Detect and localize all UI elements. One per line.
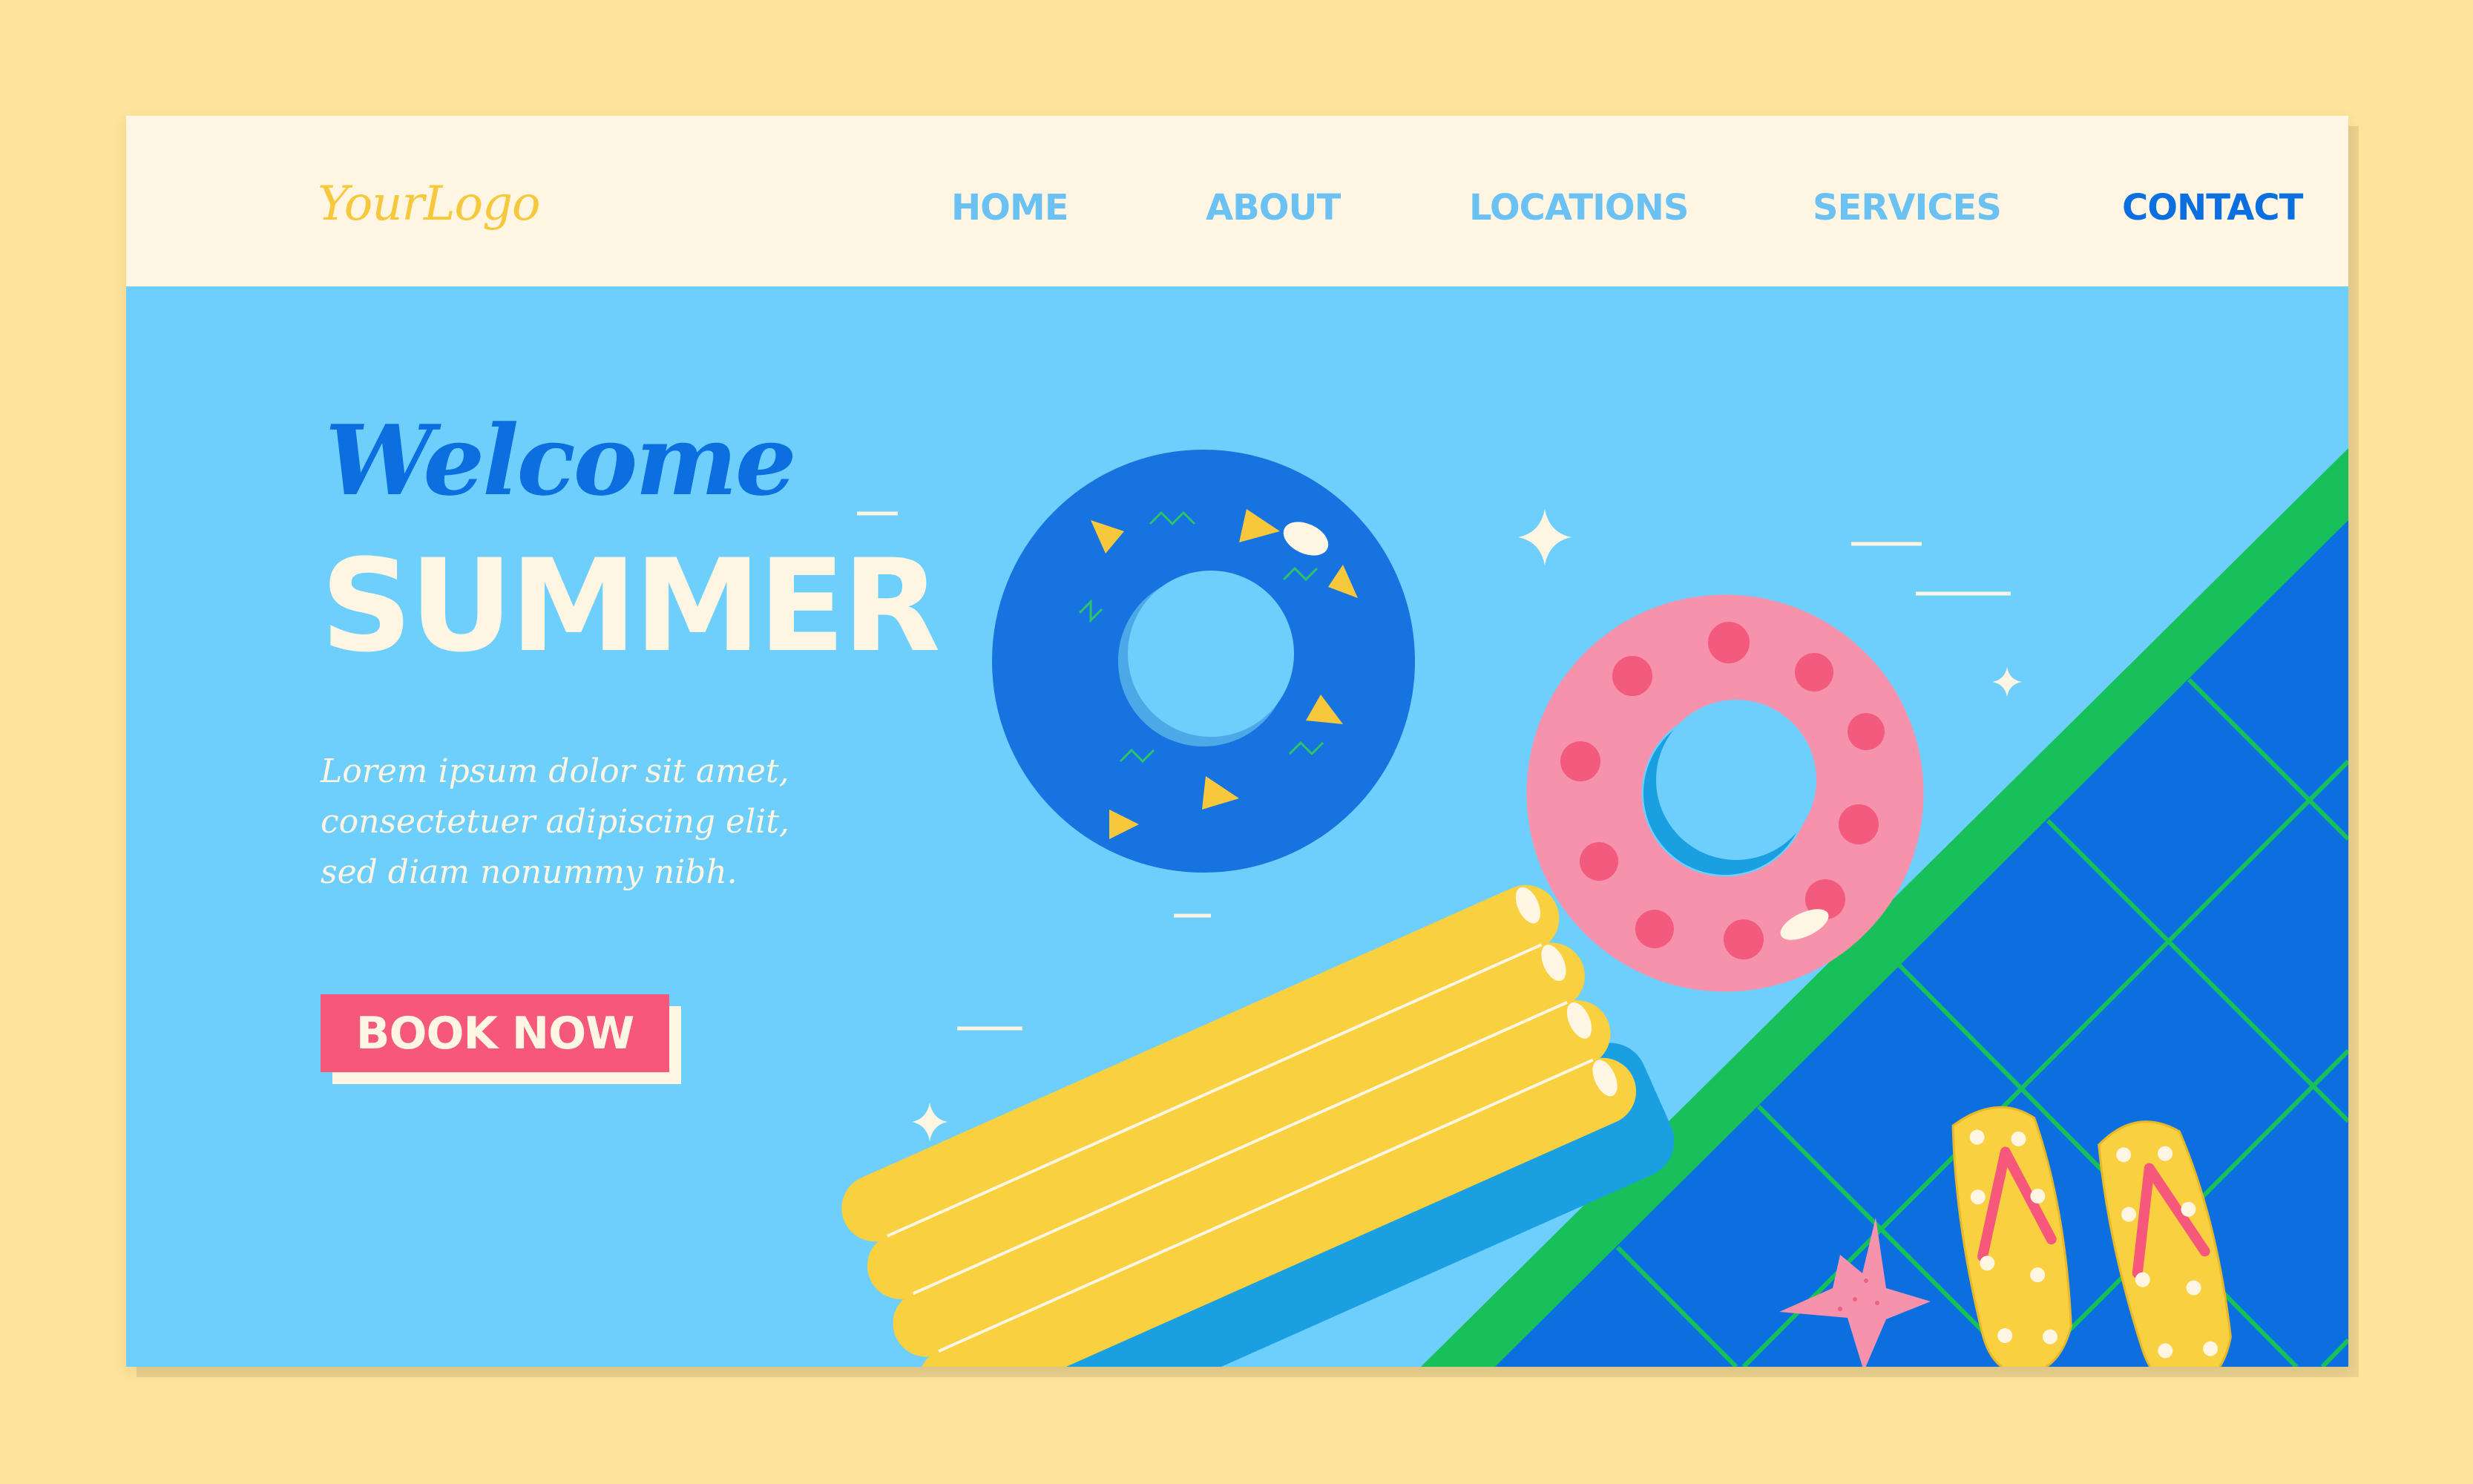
book-now-button[interactable]: BOOK NOW [321,994,669,1072]
landing-page: YourLogo HOME ABOUT LOCATIONS SERVICES C… [126,116,2348,1367]
nav-link-contact[interactable]: CONTACT [2122,187,2303,229]
welcome-heading: Welcome [325,404,797,517]
summer-title: SUMMER [321,531,941,680]
swim-ring-pink-icon [1526,594,1924,992]
swim-ring-blue-icon [992,450,1415,873]
logo[interactable]: YourLogo [318,177,541,232]
nav-link-services[interactable]: SERVICES [1813,187,2002,229]
nav-link-about[interactable]: ABOUT [1206,187,1341,229]
nav-link-home[interactable]: HOME [951,187,1069,229]
hero-tagline: Lorem ipsum dolor sit amet, consectetuer… [321,752,789,891]
navbar: YourLogo HOME ABOUT LOCATIONS SERVICES C… [126,116,2348,286]
nav-link-locations[interactable]: LOCATIONS [1469,187,1689,229]
